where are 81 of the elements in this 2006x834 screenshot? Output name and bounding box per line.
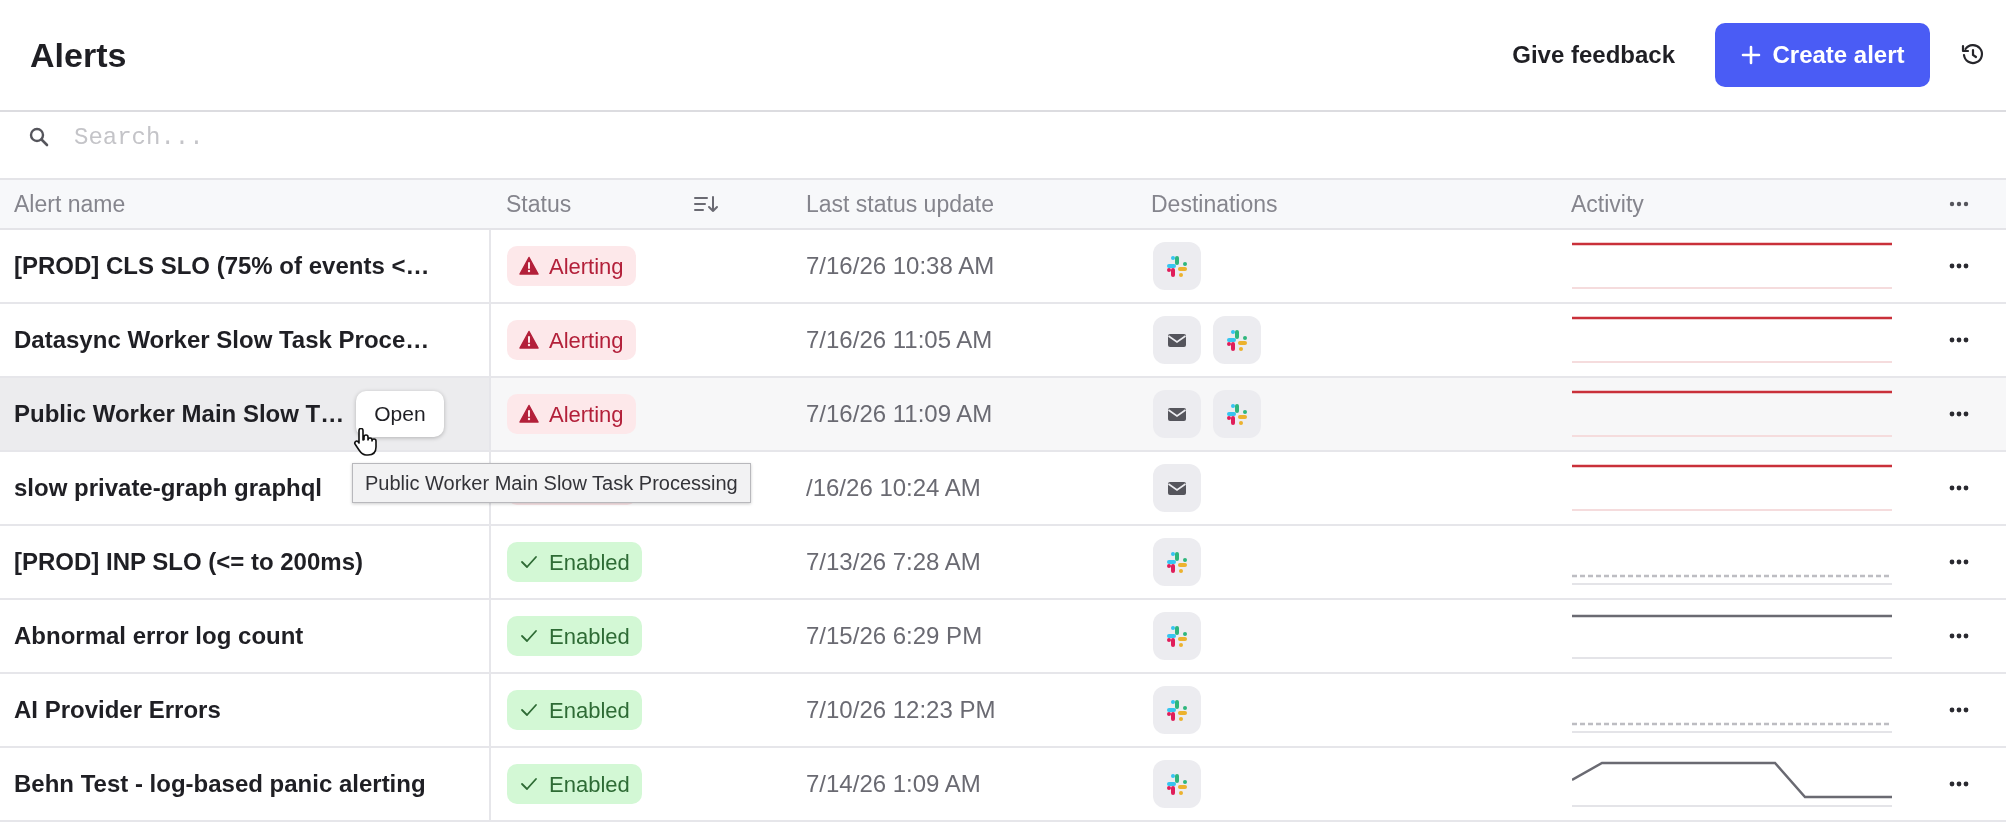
status-time: 7/14/26 1:09 AM — [805, 769, 982, 799]
status-badge: Enabled — [507, 764, 642, 804]
column-header: Activity — [1570, 189, 1645, 219]
status-badge: Enabled — [507, 542, 642, 582]
more-icon — [1949, 781, 1969, 787]
table-row[interactable]: AI Provider Errors Enabled 7/10/26 12:23 PM — [0, 674, 2006, 748]
row-menu-button[interactable] — [1949, 483, 1971, 493]
table-row[interactable]: [PROD] CLS SLO (75% of events <… Alerting 7/16/26 10:38 AM — [0, 230, 2006, 304]
more-icon — [1949, 707, 1969, 713]
email-destination[interactable] — [1153, 390, 1201, 438]
slack-icon — [1166, 551, 1188, 573]
slack-destination[interactable] — [1213, 316, 1261, 364]
slack-destination[interactable] — [1153, 538, 1201, 586]
slack-destination[interactable] — [1153, 760, 1201, 808]
more-icon — [1949, 337, 1969, 343]
envelope-icon — [1167, 479, 1187, 497]
table-row[interactable]: [PROD] INP SLO (<= to 200ms) Enabled 7/13/26 7:28 AM — [0, 526, 2006, 600]
status-time: 7/13/26 7:28 AM — [805, 547, 982, 577]
row-menu-button[interactable] — [1949, 779, 1971, 789]
more-icon — [1949, 201, 1969, 207]
warning-icon — [519, 256, 539, 276]
column-header: Last status update — [805, 189, 995, 219]
warning-icon — [519, 330, 539, 350]
slack-icon — [1166, 773, 1188, 795]
alert-name[interactable]: AI Provider Errors — [14, 692, 221, 728]
email-destination[interactable] — [1153, 464, 1201, 512]
open-button[interactable]: Open — [356, 391, 444, 437]
status-badge: Alerting — [507, 320, 636, 360]
column-header: Status — [506, 189, 572, 219]
slack-icon — [1166, 699, 1188, 721]
status-time: 7/15/26 6:29 PM — [805, 621, 984, 651]
more-icon — [1949, 485, 1969, 491]
slack-icon — [1226, 403, 1248, 425]
create-alert-button[interactable]: Create alert — [1715, 23, 1930, 87]
more-icon — [1949, 411, 1969, 417]
alert-name[interactable]: [PROD] CLS SLO (75% of events <… — [14, 248, 430, 284]
sort-icon — [693, 193, 720, 215]
give-feedback-button[interactable]: Give feedback — [1512, 37, 1675, 73]
envelope-icon — [1167, 331, 1187, 349]
email-destination[interactable] — [1153, 316, 1201, 364]
status-time: 7/16/26 10:38 AM — [805, 251, 996, 281]
row-menu-button[interactable] — [1949, 335, 1971, 345]
table-row[interactable]: Abnormal error log count Enabled 7/15/26 6:29 PM — [0, 600, 2006, 674]
column-header: Alert name — [13, 189, 127, 219]
alert-name[interactable]: Datasync Worker Slow Task Proce… — [14, 322, 430, 358]
status-time: 7/16/26 11:09 AM — [805, 399, 994, 429]
slack-destination[interactable] — [1153, 686, 1201, 734]
slack-destination[interactable] — [1153, 242, 1201, 290]
alert-name[interactable]: slow private-graph graphql — [14, 470, 323, 506]
more-icon — [1949, 559, 1969, 565]
row-menu-button[interactable] — [1949, 261, 1971, 271]
slack-icon — [1166, 625, 1188, 647]
status-badge: Alerting — [507, 246, 636, 286]
alert-name[interactable]: Public Worker Main Slow T… — [14, 396, 345, 432]
table-row[interactable]: Datasync Worker Slow Task Proce… Alerting 7/16/26 11:05 AM — [0, 304, 2006, 378]
slack-destination[interactable] — [1153, 612, 1201, 660]
more-icon — [1949, 263, 1969, 269]
search-field[interactable]: Search... — [74, 120, 674, 156]
status-time: 7/16/26 11:05 AM — [805, 325, 994, 355]
alert-name[interactable]: Abnormal error log count — [14, 618, 304, 654]
row-menu-button[interactable] — [1949, 631, 1971, 641]
status-badge: Enabled — [507, 616, 642, 656]
warning-icon — [519, 404, 539, 424]
table-row[interactable]: Behn Test - log-based panic alerting Enabled 7/14/26 1:09 AM — [0, 748, 2006, 822]
more-icon — [1949, 633, 1969, 639]
tooltip: Public Worker Main Slow Task Processing — [352, 463, 751, 503]
status-badge: Enabled — [507, 690, 642, 730]
alert-name[interactable]: Behn Test - log-based panic alerting — [14, 766, 426, 802]
column-header: Destinations — [1150, 189, 1279, 219]
status-time: /16/26 10:24 AM — [805, 473, 982, 503]
status-badge: Alerting — [507, 394, 636, 434]
plus-icon — [1740, 44, 1763, 66]
alert-name[interactable]: [PROD] INP SLO (<= to 200ms) — [14, 544, 363, 580]
row-menu-button[interactable] — [1949, 557, 1971, 567]
status-time: 7/10/26 12:23 PM — [805, 695, 997, 725]
row-menu-button[interactable] — [1949, 409, 1971, 419]
row-menu-button[interactable] — [1949, 705, 1971, 715]
envelope-icon — [1167, 405, 1187, 423]
slack-icon — [1226, 329, 1248, 351]
slack-icon — [1166, 255, 1188, 277]
page-title: Alerts — [30, 34, 127, 76]
